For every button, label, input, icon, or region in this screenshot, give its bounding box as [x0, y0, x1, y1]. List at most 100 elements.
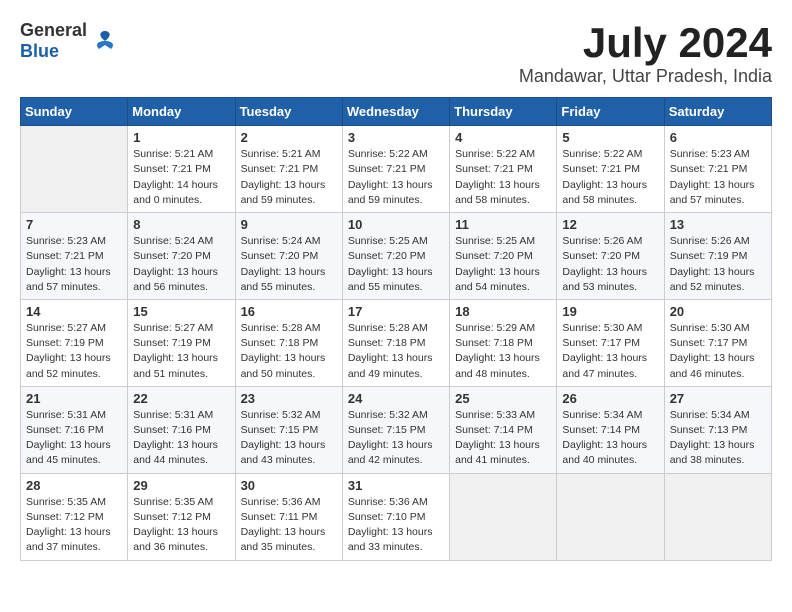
- day-cell: 9Sunrise: 5:24 AMSunset: 7:20 PMDaylight…: [235, 213, 342, 300]
- day-cell: 8Sunrise: 5:24 AMSunset: 7:20 PMDaylight…: [128, 213, 235, 300]
- day-number: 1: [133, 130, 229, 145]
- day-cell: 14 Sunrise: 5:27 AMSunset: 7:19 PMDayligh…: [21, 299, 128, 386]
- day-info: Sunrise: 5:21 AMSunset: 7:21 PMDaylight:…: [241, 147, 337, 208]
- day-info: Sunrise: 5:28 AMSunset: 7:18 PMDaylight:…: [241, 321, 337, 382]
- day-number: 11: [455, 217, 551, 232]
- day-info: Sunrise: 5:33 AMSunset: 7:14 PMDaylight:…: [455, 408, 551, 469]
- day-number: 18: [455, 304, 551, 319]
- day-info: Sunrise: 5:23 AMSunset: 7:21 PMDaylight:…: [670, 147, 766, 208]
- day-cell: 18Sunrise: 5:29 AMSunset: 7:18 PMDayligh…: [450, 299, 557, 386]
- day-info: Sunrise: 5:36 AMSunset: 7:10 PMDaylight:…: [348, 495, 444, 556]
- day-number: 16: [241, 304, 337, 319]
- day-number: 31: [348, 478, 444, 493]
- day-cell: 27 Sunrise: 5:34 AMSunset: 7:13 PMDayligh…: [664, 386, 771, 473]
- day-cell: 7Sunrise: 5:23 AMSunset: 7:21 PMDaylight…: [21, 213, 128, 300]
- day-cell: 24 Sunrise: 5:32 AMSunset: 7:15 PMDayligh…: [342, 386, 449, 473]
- logo-text: General Blue: [20, 20, 87, 62]
- weekday-header-friday: Friday: [557, 98, 664, 126]
- day-info: Sunrise: 5:31 AMSunset: 7:16 PMDaylight:…: [133, 408, 229, 469]
- day-info: Sunrise: 5:26 AMSunset: 7:20 PMDaylight:…: [562, 234, 658, 295]
- day-info: Sunrise: 5:34 AMSunset: 7:13 PMDaylight:…: [670, 408, 766, 469]
- weekday-header-wednesday: Wednesday: [342, 98, 449, 126]
- day-number: 4: [455, 130, 551, 145]
- day-cell: 26Sunrise: 5:34 AMSunset: 7:14 PMDayligh…: [557, 386, 664, 473]
- day-info: Sunrise: 5:23 AMSunset: 7:21 PMDaylight:…: [26, 234, 122, 295]
- day-cell: 11 Sunrise: 5:25 AMSunset: 7:20 PMDayligh…: [450, 213, 557, 300]
- day-cell: 17 Sunrise: 5:28 AMSunset: 7:18 PMDayligh…: [342, 299, 449, 386]
- day-cell: 31 Sunrise: 5:36 AMSunset: 7:10 PMDayligh…: [342, 473, 449, 560]
- day-number: 19: [562, 304, 658, 319]
- day-info: Sunrise: 5:22 AMSunset: 7:21 PMDaylight:…: [562, 147, 658, 208]
- day-number: 9: [241, 217, 337, 232]
- day-cell: 25 Sunrise: 5:33 AMSunset: 7:14 PMDayligh…: [450, 386, 557, 473]
- day-number: 12: [562, 217, 658, 232]
- day-number: 21: [26, 391, 122, 406]
- day-number: 25: [455, 391, 551, 406]
- day-cell: 16 Sunrise: 5:28 AMSunset: 7:18 PMDayligh…: [235, 299, 342, 386]
- day-info: Sunrise: 5:36 AMSunset: 7:11 PMDaylight:…: [241, 495, 337, 556]
- day-cell: [450, 473, 557, 560]
- week-row-2: 7Sunrise: 5:23 AMSunset: 7:21 PMDaylight…: [21, 213, 772, 300]
- day-cell: 22 Sunrise: 5:31 AMSunset: 7:16 PMDayligh…: [128, 386, 235, 473]
- day-cell: 1Sunrise: 5:21 AMSunset: 7:21 PMDaylight…: [128, 126, 235, 213]
- day-cell: 23 Sunrise: 5:32 AMSunset: 7:15 PMDayligh…: [235, 386, 342, 473]
- day-cell: 12 Sunrise: 5:26 AMSunset: 7:20 PMDayligh…: [557, 213, 664, 300]
- day-number: 5: [562, 130, 658, 145]
- day-number: 26: [562, 391, 658, 406]
- day-number: 14: [26, 304, 122, 319]
- day-info: Sunrise: 5:27 AMSunset: 7:19 PMDaylight:…: [26, 321, 122, 382]
- day-number: 2: [241, 130, 337, 145]
- day-info: Sunrise: 5:32 AMSunset: 7:15 PMDaylight:…: [241, 408, 337, 469]
- day-cell: 20 Sunrise: 5:30 AMSunset: 7:17 PMDayligh…: [664, 299, 771, 386]
- day-number: 23: [241, 391, 337, 406]
- day-info: Sunrise: 5:35 AMSunset: 7:12 PMDaylight:…: [133, 495, 229, 556]
- weekday-header-thursday: Thursday: [450, 98, 557, 126]
- day-cell: 30 Sunrise: 5:36 AMSunset: 7:11 PMDayligh…: [235, 473, 342, 560]
- day-cell: 6 Sunrise: 5:23 AMSunset: 7:21 PMDaylight…: [664, 126, 771, 213]
- week-row-3: 14 Sunrise: 5:27 AMSunset: 7:19 PMDayligh…: [21, 299, 772, 386]
- logo: General Blue: [20, 20, 119, 62]
- weekday-header-row: SundayMondayTuesdayWednesdayThursdayFrid…: [21, 98, 772, 126]
- day-info: Sunrise: 5:25 AMSunset: 7:20 PMDaylight:…: [348, 234, 444, 295]
- day-number: 28: [26, 478, 122, 493]
- day-cell: 2 Sunrise: 5:21 AMSunset: 7:21 PMDaylight…: [235, 126, 342, 213]
- day-number: 30: [241, 478, 337, 493]
- weekday-header-saturday: Saturday: [664, 98, 771, 126]
- weekday-header-tuesday: Tuesday: [235, 98, 342, 126]
- day-cell: 4 Sunrise: 5:22 AMSunset: 7:21 PMDaylight…: [450, 126, 557, 213]
- day-number: 17: [348, 304, 444, 319]
- calendar-table: SundayMondayTuesdayWednesdayThursdayFrid…: [20, 97, 772, 560]
- day-cell: [21, 126, 128, 213]
- day-cell: 19 Sunrise: 5:30 AMSunset: 7:17 PMDayligh…: [557, 299, 664, 386]
- day-info: Sunrise: 5:22 AMSunset: 7:21 PMDaylight:…: [455, 147, 551, 208]
- day-number: 13: [670, 217, 766, 232]
- day-cell: [664, 473, 771, 560]
- day-cell: 5 Sunrise: 5:22 AMSunset: 7:21 PMDaylight…: [557, 126, 664, 213]
- day-number: 20: [670, 304, 766, 319]
- day-info: Sunrise: 5:32 AMSunset: 7:15 PMDaylight:…: [348, 408, 444, 469]
- day-info: Sunrise: 5:35 AMSunset: 7:12 PMDaylight:…: [26, 495, 122, 556]
- day-number: 15: [133, 304, 229, 319]
- day-cell: [557, 473, 664, 560]
- day-cell: 3Sunrise: 5:22 AMSunset: 7:21 PMDaylight…: [342, 126, 449, 213]
- day-number: 10: [348, 217, 444, 232]
- day-info: Sunrise: 5:25 AMSunset: 7:20 PMDaylight:…: [455, 234, 551, 295]
- day-info: Sunrise: 5:30 AMSunset: 7:17 PMDaylight:…: [670, 321, 766, 382]
- week-row-4: 21 Sunrise: 5:31 AMSunset: 7:16 PMDayligh…: [21, 386, 772, 473]
- day-cell: 29Sunrise: 5:35 AMSunset: 7:12 PMDayligh…: [128, 473, 235, 560]
- day-number: 22: [133, 391, 229, 406]
- day-info: Sunrise: 5:31 AMSunset: 7:16 PMDaylight:…: [26, 408, 122, 469]
- day-info: Sunrise: 5:27 AMSunset: 7:19 PMDaylight:…: [133, 321, 229, 382]
- month-title: July 2024: [519, 20, 772, 66]
- day-number: 24: [348, 391, 444, 406]
- weekday-header-sunday: Sunday: [21, 98, 128, 126]
- day-cell: 10 Sunrise: 5:25 AMSunset: 7:20 PMDayligh…: [342, 213, 449, 300]
- day-info: Sunrise: 5:28 AMSunset: 7:18 PMDaylight:…: [348, 321, 444, 382]
- day-info: Sunrise: 5:22 AMSunset: 7:21 PMDaylight:…: [348, 147, 444, 208]
- day-number: 8: [133, 217, 229, 232]
- day-number: 6: [670, 130, 766, 145]
- title-area: July 2024 Mandawar, Uttar Pradesh, India: [519, 20, 772, 87]
- day-info: Sunrise: 5:30 AMSunset: 7:17 PMDaylight:…: [562, 321, 658, 382]
- day-number: 27: [670, 391, 766, 406]
- week-row-1: 1 Sunrise: 5:21 AMSunset: 7:21 PMDaylight…: [21, 126, 772, 213]
